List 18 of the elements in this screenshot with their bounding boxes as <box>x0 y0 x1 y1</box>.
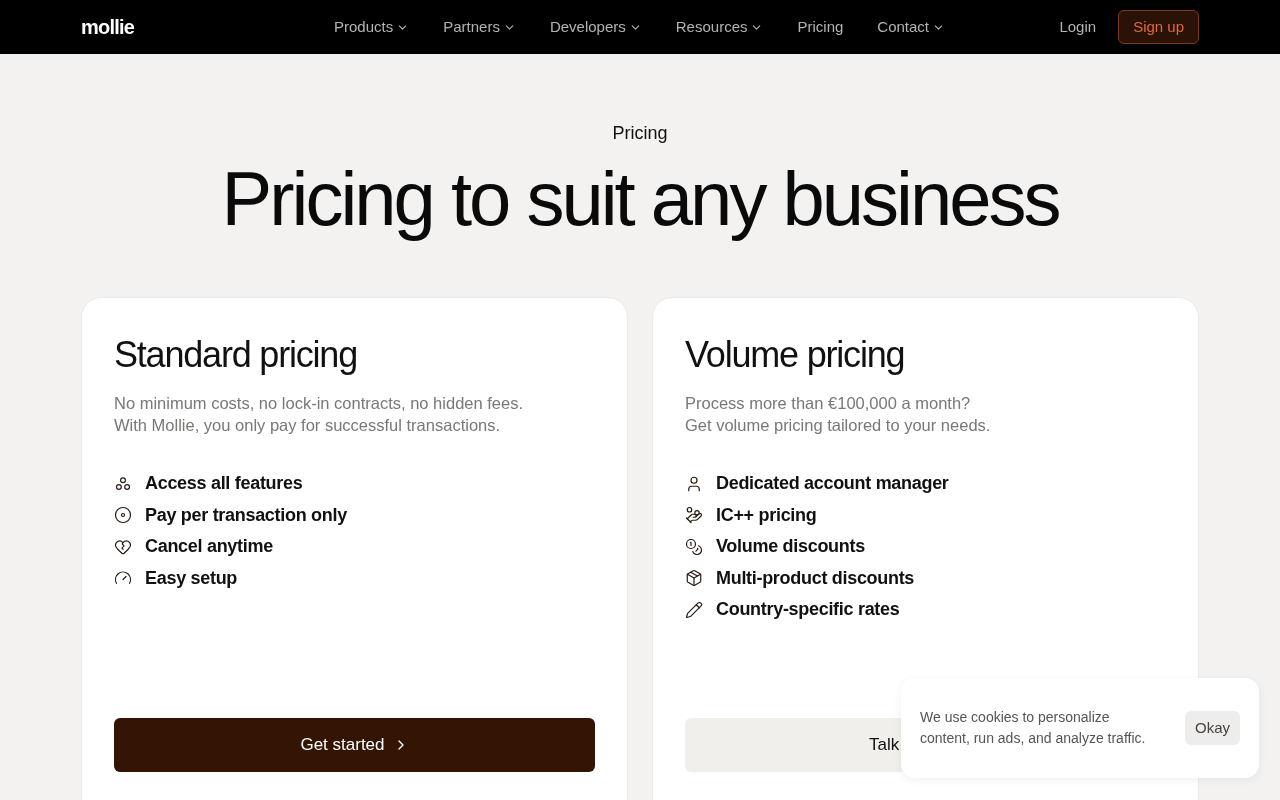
feature-label: IC++ pricing <box>716 503 817 527</box>
feature-label: Country-specific rates <box>716 598 900 622</box>
hero-title: Pricing to suit any business <box>221 155 1059 243</box>
feature-label: Pay per transaction only <box>145 503 347 527</box>
feature-label: Access all features <box>145 472 303 496</box>
card-description: No minimum costs, no lock-in contracts, no hidden fees. <box>114 393 524 414</box>
card-title: Volume pricing <box>685 334 906 376</box>
card-description: Process more than €100,000 a month? <box>685 393 972 414</box>
feature-label: Easy setup <box>145 566 238 590</box>
card-description: With Mollie, you only pay for successful transactions. <box>114 415 502 436</box>
feature-label: Volume discounts <box>716 535 865 559</box>
feature-label: Multi-product discounts <box>716 566 915 590</box>
eyebrow-label: Pricing <box>612 122 668 145</box>
feature-label: Cancel anytime <box>145 535 273 559</box>
card-description: Get volume pricing tailored to your needs. <box>685 415 992 436</box>
cookie-message: We use cookies to personalize content, run ads, and analyze traffic. <box>920 708 1147 748</box>
card-title: Standard pricing <box>114 334 358 376</box>
feature-label: Dedicated account manager <box>716 472 949 496</box>
